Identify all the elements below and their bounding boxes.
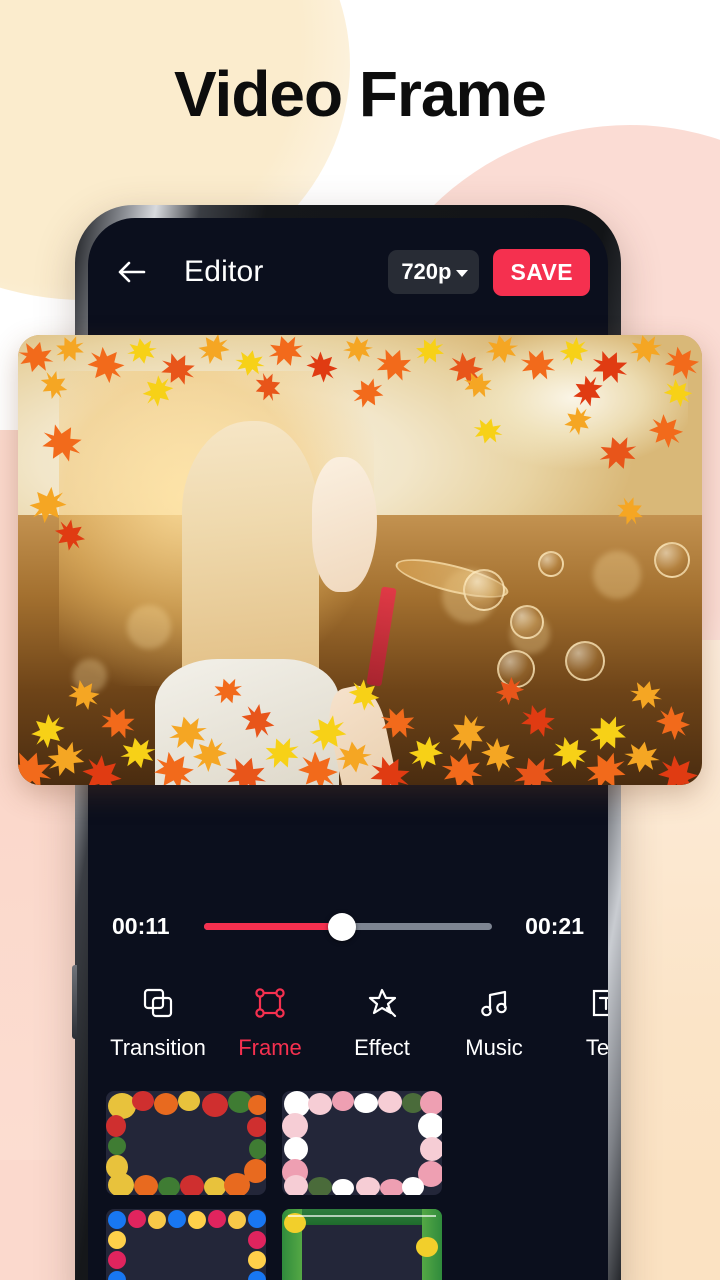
page-title: Video Frame: [174, 58, 547, 130]
frame-crop-icon: [253, 983, 287, 1023]
timeline-bar: 00:11 00:21: [88, 912, 608, 941]
tab-label-frame: Frame: [238, 1035, 302, 1060]
tab-label-music: Music: [465, 1035, 523, 1060]
preview-frame-overlay: [18, 335, 702, 785]
resolution-label: 720p: [401, 259, 452, 284]
frame-option-tropical-palm[interactable]: [282, 1209, 442, 1280]
frame-option-pink-roses[interactable]: [282, 1091, 442, 1195]
save-button[interactable]: SAVE: [493, 248, 590, 296]
tab-label-transition: Transition: [110, 1035, 206, 1060]
tab-music[interactable]: Music: [438, 983, 550, 1061]
music-note-icon: [477, 983, 511, 1023]
frame-thumbnail-grid: [88, 1091, 608, 1280]
app-header: Editor 720p SAVE: [88, 218, 608, 326]
tab-frame[interactable]: Frame: [214, 983, 326, 1061]
resolution-selector[interactable]: 720p: [388, 250, 480, 294]
video-preview-card[interactable]: [18, 335, 702, 785]
frame-preview: [106, 1209, 266, 1280]
magic-star-icon: [365, 983, 399, 1023]
frame-preview: [282, 1091, 442, 1195]
total-time-label: 00:21: [525, 913, 584, 939]
screen-title: Editor: [184, 255, 264, 288]
tab-effect[interactable]: Effect: [326, 983, 438, 1061]
tab-label-effect: Effect: [354, 1035, 410, 1060]
frame-option-mixed-flowers[interactable]: [106, 1091, 266, 1195]
tab-transition[interactable]: Transition: [102, 983, 214, 1061]
back-button[interactable]: [114, 255, 148, 289]
current-time-label: 00:11: [112, 913, 170, 939]
playback-slider[interactable]: [204, 912, 492, 941]
tab-label-text: Text: [585, 1035, 608, 1060]
layers-icon: [141, 983, 175, 1023]
tab-text[interactable]: Text: [550, 983, 608, 1061]
slider-progress: [204, 923, 343, 930]
text-box-icon: [589, 983, 608, 1023]
editor-tabbar: Transition Frame Effect Music Te: [88, 983, 608, 1061]
chevron-down-icon: [456, 270, 469, 277]
frame-preview: [106, 1091, 266, 1195]
slider-thumb[interactable]: [328, 912, 357, 941]
phone-side-button-volume: [72, 965, 77, 1039]
frame-option-emoji-reactions[interactable]: [106, 1209, 266, 1280]
frame-preview: [282, 1209, 442, 1280]
